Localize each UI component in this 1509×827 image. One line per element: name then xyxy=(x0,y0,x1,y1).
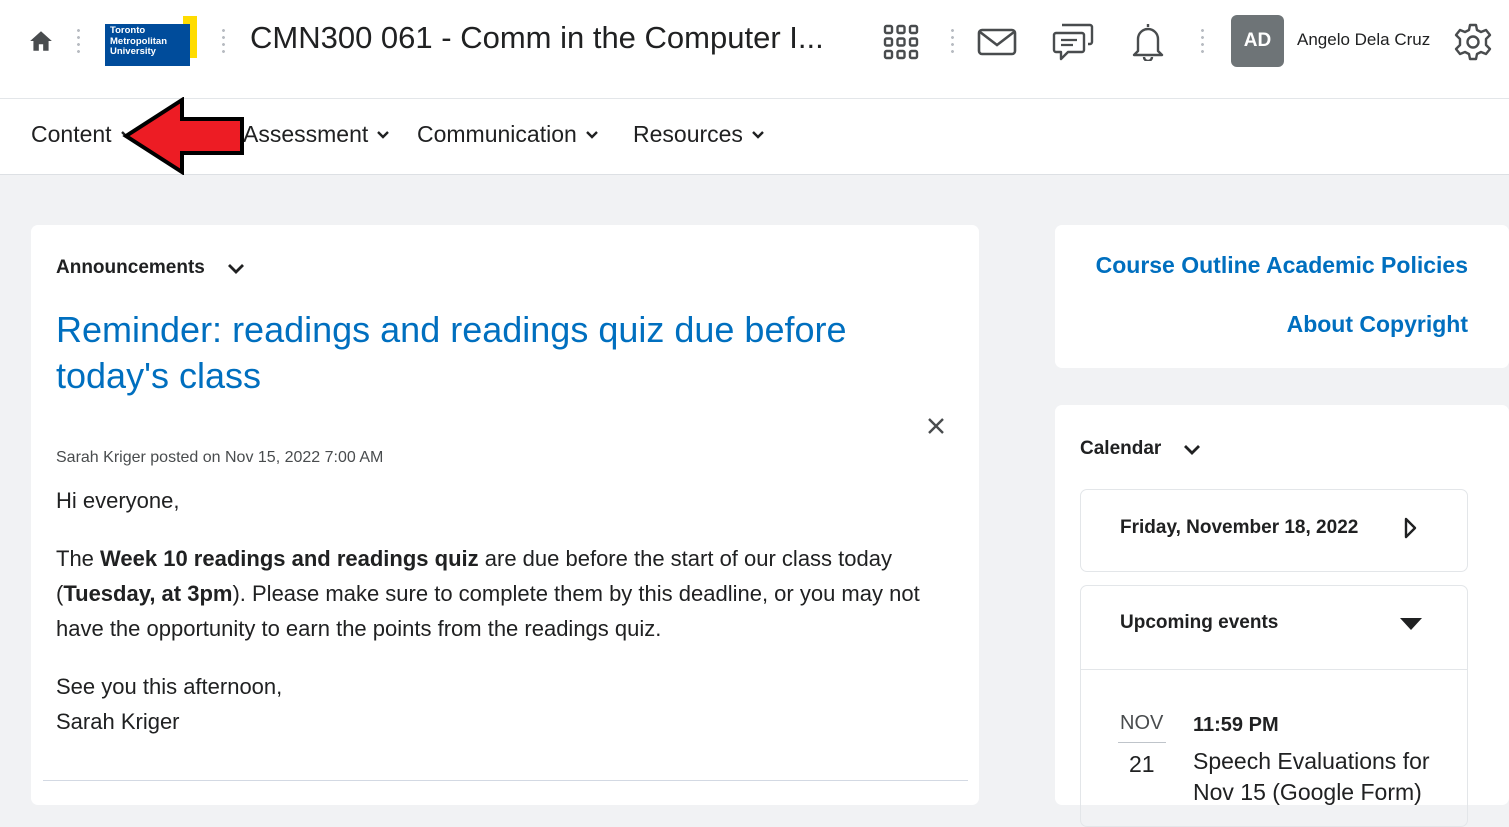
close-icon[interactable] xyxy=(927,417,945,435)
bold-text: Week 10 readings and readings quiz xyxy=(100,546,479,571)
waffle-grid-icon[interactable] xyxy=(883,24,919,60)
copyright-link[interactable]: About Copyright xyxy=(1287,311,1468,338)
calendar-header[interactable]: Calendar xyxy=(1080,438,1201,460)
event-month: NOV xyxy=(1120,712,1164,734)
red-annotation-arrow-icon xyxy=(122,97,244,175)
announcement-meta: Sarah Kriger posted on Nov 15, 2022 7:00… xyxy=(56,449,384,466)
text-run: The xyxy=(56,546,101,571)
calendar-widget: Calendar Friday, November 18, 2022 Upcom… xyxy=(1055,405,1509,827)
nav-item-label: Resources xyxy=(633,121,743,147)
chat-icon[interactable] xyxy=(1052,22,1094,62)
nav-item-assessment[interactable]: Assessment xyxy=(243,121,390,148)
event-title-link[interactable]: Speech Evaluations for Nov 15 (Google Fo… xyxy=(1193,746,1453,808)
course-title[interactable]: CMN300 061 - Comm in the Computer I... xyxy=(250,20,824,56)
divider xyxy=(222,27,225,57)
upcoming-events-panel: Upcoming events NOV 21 11:59 PM Speech E… xyxy=(1080,585,1468,827)
mail-icon[interactable] xyxy=(977,28,1017,56)
nav-item-label: Communication xyxy=(417,121,577,147)
avatar[interactable]: AD xyxy=(1231,15,1284,67)
widget-title: Announcements xyxy=(56,257,205,278)
divider xyxy=(77,27,80,57)
event-time: 11:59 PM xyxy=(1193,714,1279,736)
divider xyxy=(1118,742,1166,743)
event-day: 21 xyxy=(1129,751,1155,777)
signoff-block: See you this afternoon, Sarah Kriger xyxy=(56,669,956,739)
caret-down-icon[interactable] xyxy=(1399,617,1423,631)
bold-text: Tuesday, at 3pm xyxy=(63,581,233,606)
course-outline-link[interactable]: Course Outline Academic Policies xyxy=(1096,252,1468,279)
announcement-paragraph: The Week 10 readings and readings quiz a… xyxy=(56,541,956,646)
greeting: Hi everyone, xyxy=(56,488,180,513)
chevron-right-icon[interactable] xyxy=(1403,517,1417,539)
home-icon[interactable] xyxy=(28,28,54,54)
chevron-down-icon xyxy=(752,130,764,139)
signature: Sarah Kriger xyxy=(56,709,180,734)
logo-line: Toronto xyxy=(110,25,146,36)
nav-item-communication[interactable]: Communication xyxy=(417,121,599,148)
top-bar: Toronto Metropolitan University CMN300 0… xyxy=(0,0,1509,99)
chevron-down-icon xyxy=(585,130,598,139)
widget-title: Calendar xyxy=(1080,438,1162,459)
nav-item-label: Assessment xyxy=(243,121,369,147)
announcement-title-link[interactable]: Reminder: readings and readings quiz due… xyxy=(56,307,916,399)
chevron-down-icon xyxy=(377,130,390,139)
nav-item-content[interactable]: Content xyxy=(31,121,134,148)
chevron-down-icon[interactable] xyxy=(227,263,245,274)
university-logo[interactable]: Toronto Metropolitan University xyxy=(105,16,197,66)
announcements-widget: Announcements Reminder: readings and rea… xyxy=(31,225,979,805)
date-selector: Friday, November 18, 2022 xyxy=(1080,489,1468,572)
signoff: See you this afternoon, xyxy=(56,674,283,699)
logo-text: Toronto Metropolitan University xyxy=(110,25,190,58)
selected-date[interactable]: Friday, November 18, 2022 xyxy=(1120,517,1358,539)
nav-item-label: Content xyxy=(31,121,112,147)
divider xyxy=(951,27,954,57)
divider xyxy=(43,780,968,781)
links-widget: Course Outline Academic Policies About C… xyxy=(1055,225,1509,368)
logo-line: University xyxy=(110,46,156,57)
chevron-down-icon[interactable] xyxy=(1183,444,1201,455)
announcements-header[interactable]: Announcements xyxy=(56,257,245,279)
gear-icon[interactable] xyxy=(1453,22,1493,62)
upcoming-events-header[interactable]: Upcoming events xyxy=(1081,586,1467,670)
username[interactable]: Angelo Dela Cruz xyxy=(1297,30,1430,50)
announcement-body: Hi everyone, The Week 10 readings and re… xyxy=(56,483,956,762)
upcoming-events-label: Upcoming events xyxy=(1120,612,1279,633)
nav-item-resources[interactable]: Resources xyxy=(633,121,765,148)
bell-icon[interactable] xyxy=(1130,21,1166,61)
divider xyxy=(1201,27,1204,57)
